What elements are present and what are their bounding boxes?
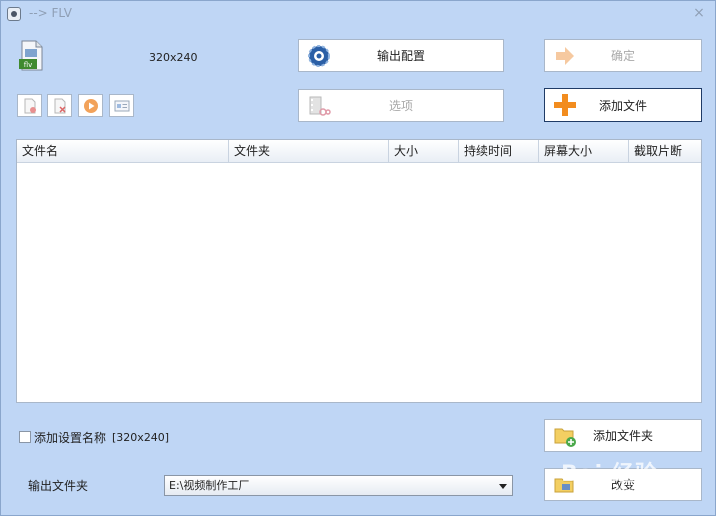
play-button[interactable] [78,94,103,117]
add-setting-name-checkbox[interactable] [19,431,31,443]
film-scissors-icon [309,96,331,116]
file-list[interactable]: 文件名 文件夹 大小 持续时间 屏幕大小 截取片断 [16,139,702,403]
baidu-watermark-url: jingyan.baidu.com [576,485,669,496]
close-button[interactable]: × [691,5,707,21]
baidu-watermark: Bai 经验 [561,462,658,487]
output-folder-label: 输出文件夹 [28,479,89,493]
output-folder-select[interactable]: E:\视频制作工厂 [164,475,513,496]
flv-badge-text: flv [24,61,33,69]
file-list-header: 文件名 文件夹 大小 持续时间 屏幕大小 截取片断 [17,140,701,163]
column-screen-size[interactable]: 屏幕大小 [539,140,629,163]
output-folder-value: E:\视频制作工厂 [169,479,250,492]
resolution-label: 320x240 [149,51,198,64]
remove-file-icon [24,98,36,114]
output-config-button[interactable]: 输出配置 [298,39,504,72]
add-setting-name-suffix: [320x240] [112,430,170,444]
options-button[interactable]: 选项 [298,89,504,122]
arrow-right-icon [556,46,574,65]
title-bar: --> FLV × [1,1,715,27]
main-window: --> FLV × flv 320x240 输出配置 确定 选项 添加文件 文件… [0,0,716,516]
remove-file-button[interactable] [17,94,42,117]
play-icon [84,99,98,113]
plus-icon [554,94,576,116]
app-icon [7,7,21,21]
column-filename[interactable]: 文件名 [17,140,229,163]
info-card-icon [114,100,130,112]
gear-icon [308,44,330,67]
folder-add-icon [554,428,576,447]
add-file-button[interactable]: 添加文件 [544,88,702,122]
column-clip-segment[interactable]: 截取片断 [629,140,701,163]
clear-list-button[interactable] [47,94,72,117]
add-setting-name-row[interactable]: 添加设置名称 [320x240] [19,429,169,445]
column-size[interactable]: 大小 [389,140,459,163]
add-folder-button[interactable]: 添加文件夹 [544,419,702,452]
window-title: --> FLV [29,6,73,20]
chevron-down-icon [499,484,507,489]
column-duration[interactable]: 持续时间 [459,140,539,163]
column-folder[interactable]: 文件夹 [229,140,389,163]
add-setting-name-label: 添加设置名称 [34,430,107,445]
delete-file-icon [54,98,66,114]
media-info-button[interactable] [109,94,134,117]
ok-button[interactable]: 确定 [544,39,702,72]
flv-file-icon: flv [19,40,43,71]
